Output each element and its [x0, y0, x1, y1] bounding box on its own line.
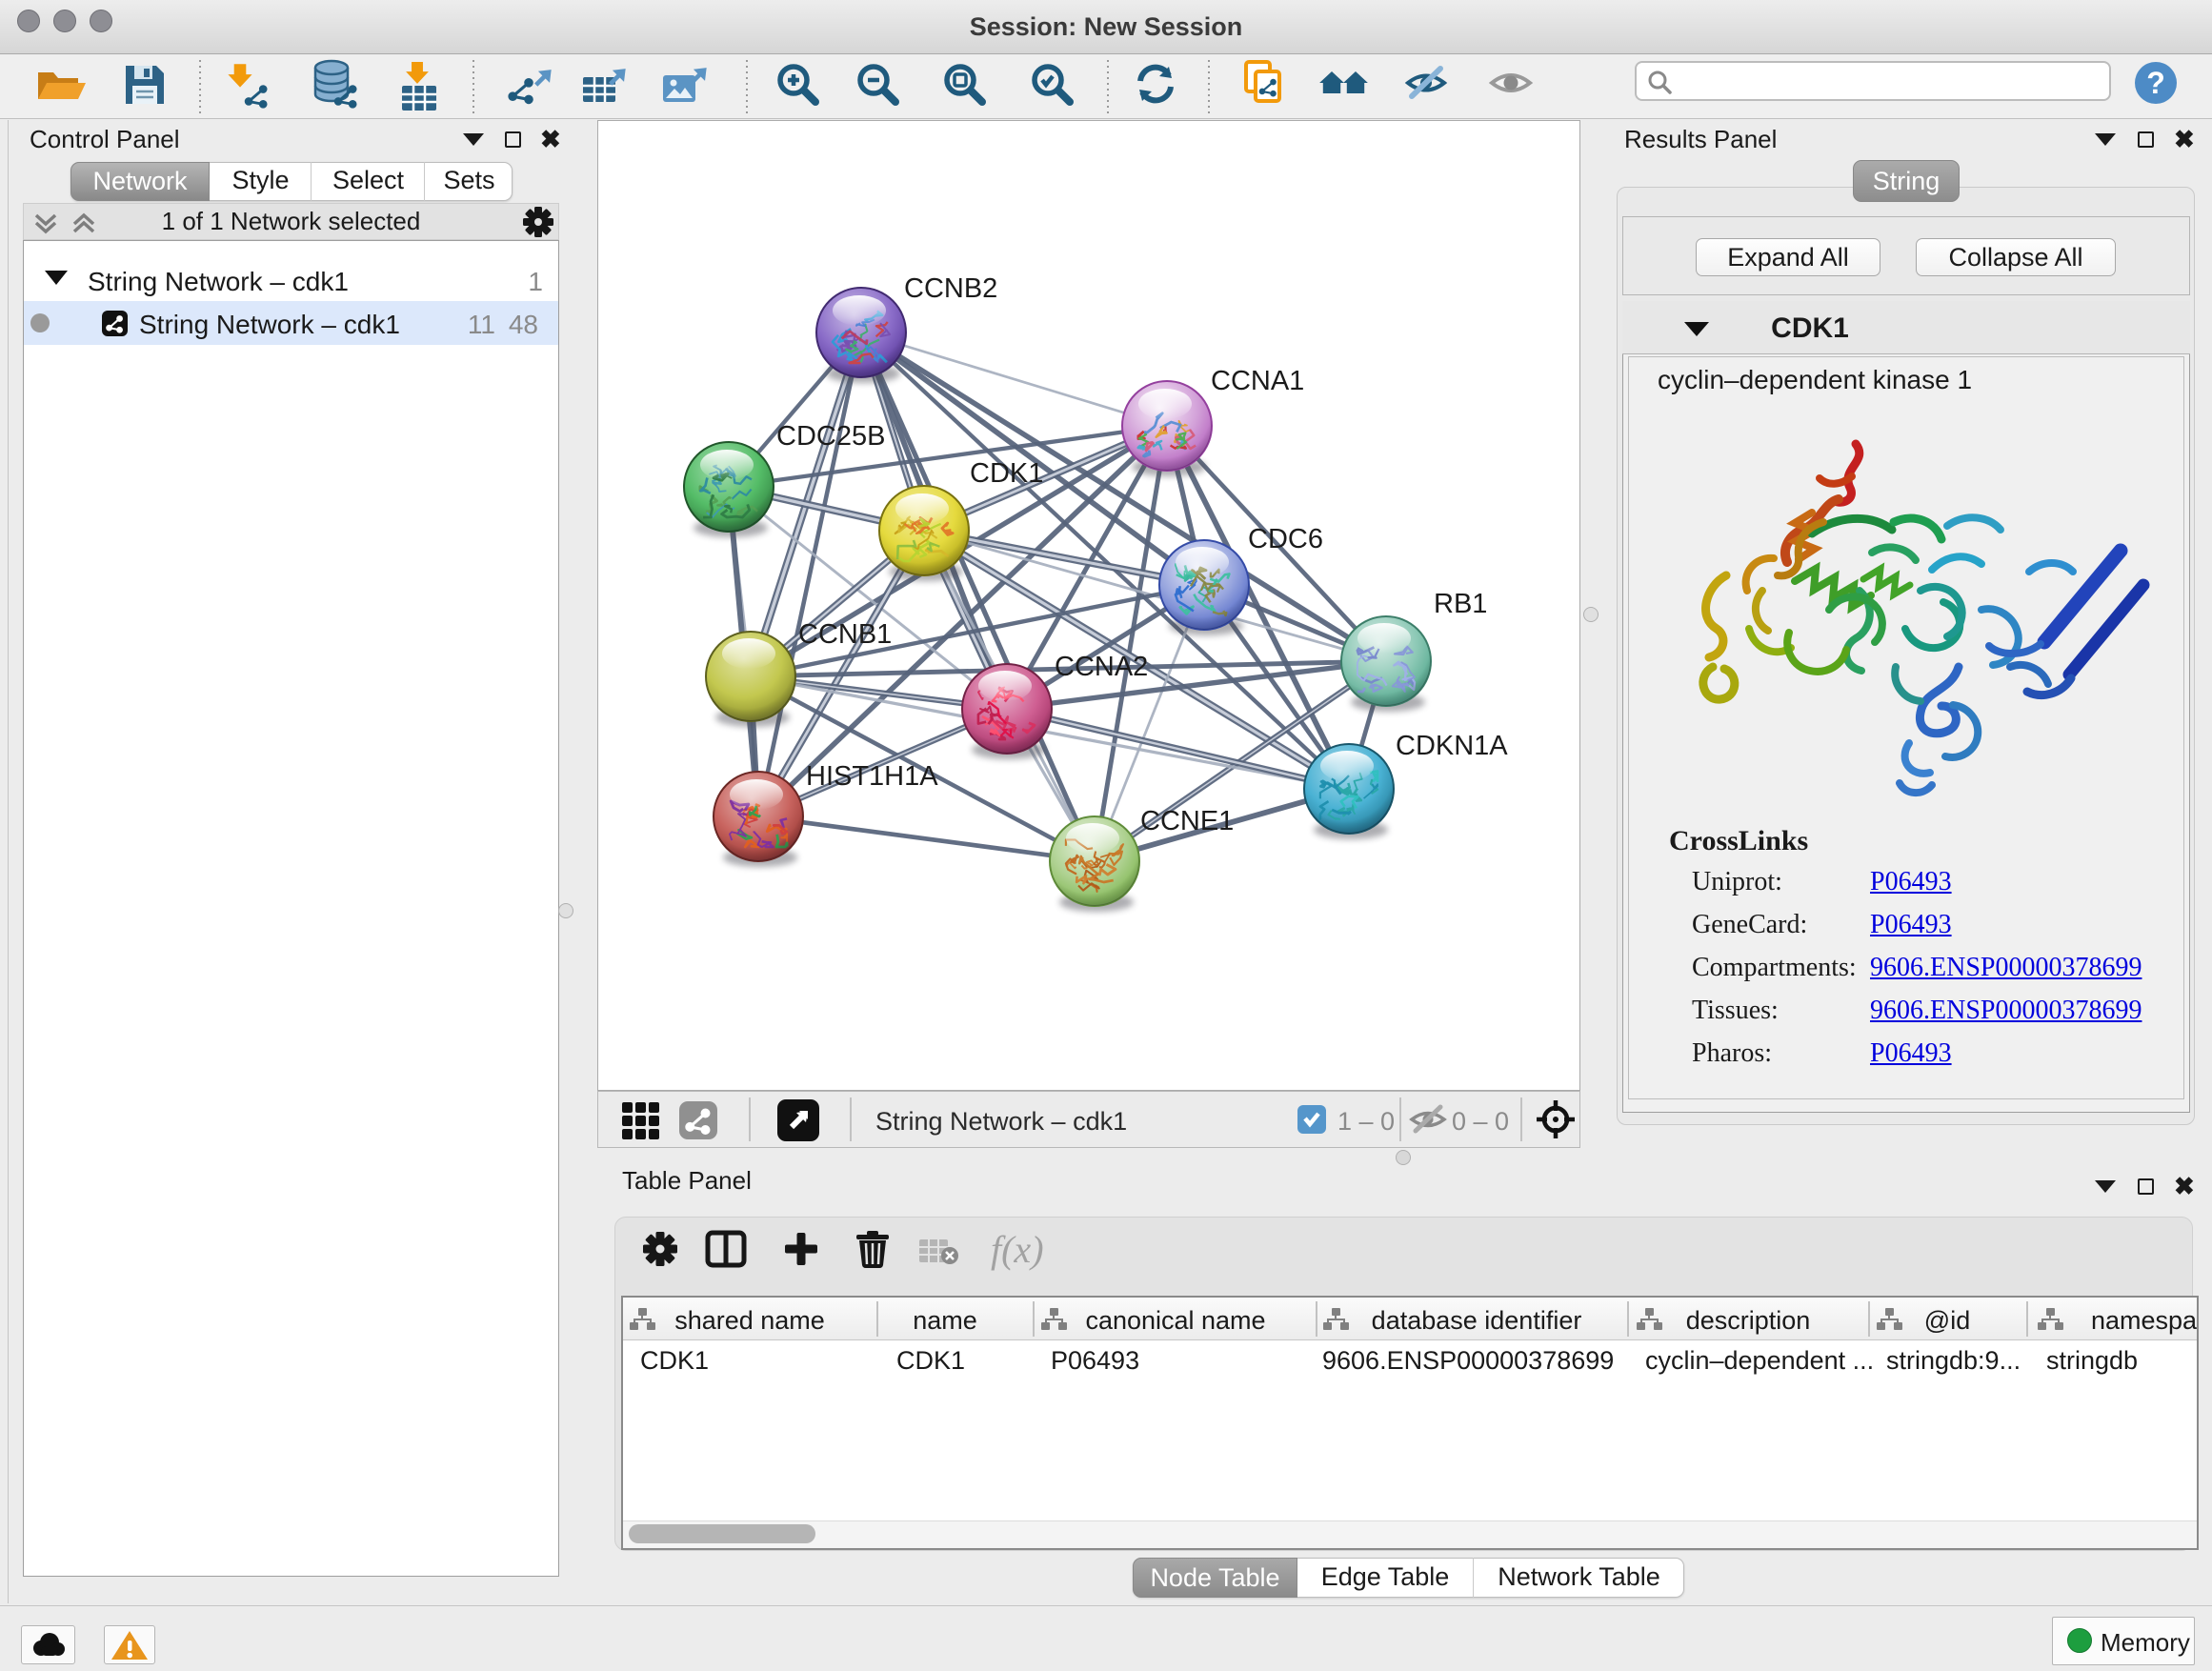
svg-text:database identifier: database identifier [1372, 1306, 1582, 1335]
svg-text:0 – 0: 0 – 0 [1452, 1107, 1509, 1136]
svg-text:CCNB2: CCNB2 [904, 273, 997, 304]
svg-text:@id: @id [1924, 1306, 1970, 1335]
svg-text:canonical name: canonical name [1085, 1306, 1265, 1335]
svg-text:CDC6: CDC6 [1248, 524, 1323, 554]
svg-text:CCNA2: CCNA2 [1055, 652, 1148, 682]
svg-text:?: ? [2146, 66, 2165, 100]
svg-text:CCNE1: CCNE1 [1140, 806, 1234, 836]
svg-text:CDC25B: CDC25B [776, 421, 885, 452]
svg-text:RB1: RB1 [1434, 589, 1487, 619]
svg-text:CDK1: CDK1 [970, 458, 1043, 489]
svg-text:name: name [913, 1306, 977, 1335]
svg-text:description: description [1686, 1306, 1811, 1335]
svg-text:HIST1H1A: HIST1H1A [806, 761, 938, 792]
svg-text:1 – 0: 1 – 0 [1337, 1107, 1395, 1136]
svg-text:f(x): f(x) [991, 1228, 1044, 1271]
svg-text:namespace: namespace [2091, 1306, 2197, 1335]
svg-text:shared name: shared name [674, 1306, 825, 1335]
svg-text:CCNA1: CCNA1 [1211, 366, 1304, 396]
svg-text:CCNB1: CCNB1 [798, 619, 892, 650]
svg-text:String Network – cdk1: String Network – cdk1 [875, 1107, 1127, 1136]
svg-text:CDKN1A: CDKN1A [1396, 731, 1508, 761]
